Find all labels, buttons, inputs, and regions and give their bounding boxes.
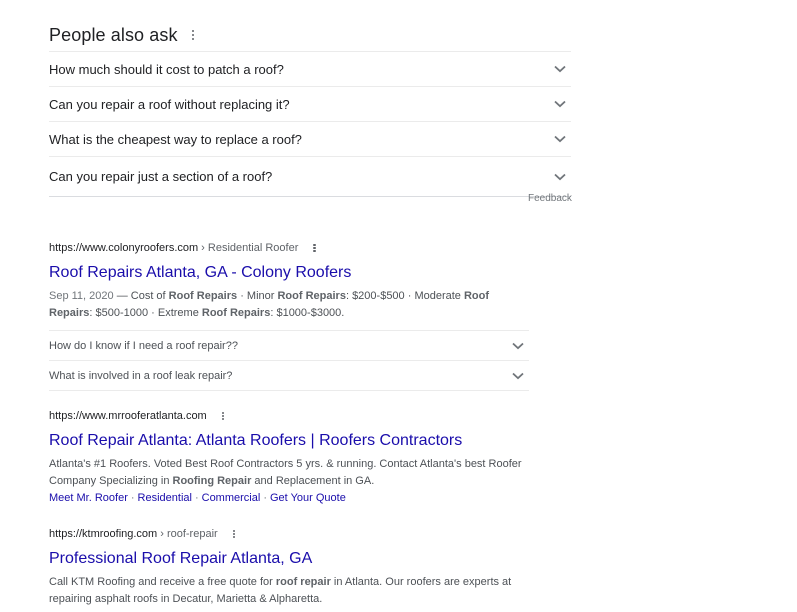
paa-question-text: Can you repair a roof without replacing … [49, 96, 290, 112]
more-options-icon[interactable] [232, 529, 236, 539]
snippet-text: : $200-$500 · Moderate [345, 290, 464, 302]
snippet-text: Call KTM Roofing and receive a free quot… [49, 576, 276, 588]
search-result: https://ktmroofing.com › roof-repair Pro… [49, 526, 529, 608]
result-snippet: Atlanta's #1 Roofers. Voted Best Roof Co… [49, 456, 529, 490]
snippet-text: · Minor [237, 290, 278, 302]
chevron-down-icon [512, 370, 524, 382]
result-snippet: Sep 11, 2020 — Cost of Roof Repairs · Mi… [49, 288, 529, 322]
sitelinks: Meet Mr. Roofer · Residential · Commercial · G… [49, 490, 529, 507]
search-result: https://www.colonyroofers.com › Resident… [49, 240, 529, 391]
separator: · [130, 492, 135, 504]
snippet-text: : $1000-$3000. [270, 307, 345, 319]
snippet-emphasis: Roof Repairs [201, 307, 271, 319]
chevron-down-icon [554, 171, 566, 183]
paa-question-text: Can you repair just a section of a roof? [49, 169, 273, 184]
paa-question[interactable]: How much should it cost to patch a roof? [49, 52, 571, 87]
result-url[interactable]: https://www.colonyroofers.com [49, 242, 198, 254]
result-cite: https://www.colonyroofers.com › Resident… [49, 240, 529, 256]
result-url[interactable]: https://www.mrrooferatlanta.com [49, 410, 207, 422]
result-faq-text: What is involved in a roof leak repair? [49, 369, 233, 382]
result-faq-text: How do I know if I need a roof repair?? [49, 339, 238, 352]
paa-question-text: How much should it cost to patch a roof? [49, 61, 284, 77]
snippet-emphasis: Roof Repairs [168, 290, 238, 302]
snippet-emphasis: Roofing Repair [172, 475, 252, 487]
paa-question[interactable]: What is the cheapest way to replace a ro… [49, 122, 571, 157]
paa-header: People also ask [49, 22, 195, 48]
result-cite: https://www.mrrooferatlanta.com [49, 408, 529, 424]
paa-title: People also ask [49, 24, 178, 45]
paa-question[interactable]: Can you repair a roof without replacing … [49, 87, 571, 122]
result-title-link[interactable]: Roof Repairs Atlanta, GA - Colony Roofer… [49, 262, 529, 284]
result-title-link[interactable]: Roof Repair Atlanta: Atlanta Roofers | R… [49, 430, 529, 452]
snippet-emphasis: roof repair [275, 576, 331, 588]
chevron-down-icon [512, 340, 524, 352]
separator: · [194, 492, 199, 504]
result-faq-item[interactable]: How do I know if I need a roof repair?? [49, 331, 529, 361]
snippet-text: — Cost of [113, 290, 169, 302]
more-options-icon[interactable] [221, 411, 225, 421]
result-path: › Residential Roofer [201, 242, 299, 254]
sitelink-meet-mr-roofer[interactable]: Meet Mr. Roofer [49, 492, 128, 504]
snippet-emphasis: Roof Repairs [277, 290, 346, 302]
snippet-text: and Replacement in GA. [251, 475, 375, 487]
sitelink-get-your-quote[interactable]: Get Your Quote [270, 492, 346, 504]
chevron-down-icon [554, 63, 566, 75]
chevron-down-icon [554, 133, 566, 145]
paa-question[interactable]: Can you repair just a section of a roof? [49, 157, 571, 197]
paa-list: How much should it cost to patch a roof?… [49, 51, 571, 197]
search-result: https://www.mrrooferatlanta.com Roof Rep… [49, 408, 529, 507]
result-date: Sep 11, 2020 [49, 290, 114, 302]
chevron-down-icon [554, 98, 566, 110]
sitelink-residential[interactable]: Residential [138, 492, 192, 504]
result-path: › roof-repair [160, 528, 218, 540]
snippet-text: : $500-1000 · Extreme [89, 307, 202, 319]
result-cite: https://ktmroofing.com › roof-repair [49, 526, 529, 542]
sitelink-commercial[interactable]: Commercial [202, 492, 261, 504]
feedback-link[interactable]: Feedback [528, 193, 572, 204]
result-snippet: Call KTM Roofing and receive a free quot… [49, 574, 529, 608]
result-url[interactable]: https://ktmroofing.com [49, 528, 157, 540]
separator: · [263, 492, 267, 504]
result-faq-item[interactable]: What is involved in a roof leak repair? [49, 361, 529, 391]
more-options-icon[interactable] [313, 243, 316, 253]
result-title-link[interactable]: Professional Roof Repair Atlanta, GA [49, 548, 529, 570]
more-options-icon[interactable] [191, 30, 195, 40]
paa-question-text: What is the cheapest way to replace a ro… [49, 131, 302, 147]
result-faq-list: How do I know if I need a roof repair?? … [49, 330, 529, 391]
